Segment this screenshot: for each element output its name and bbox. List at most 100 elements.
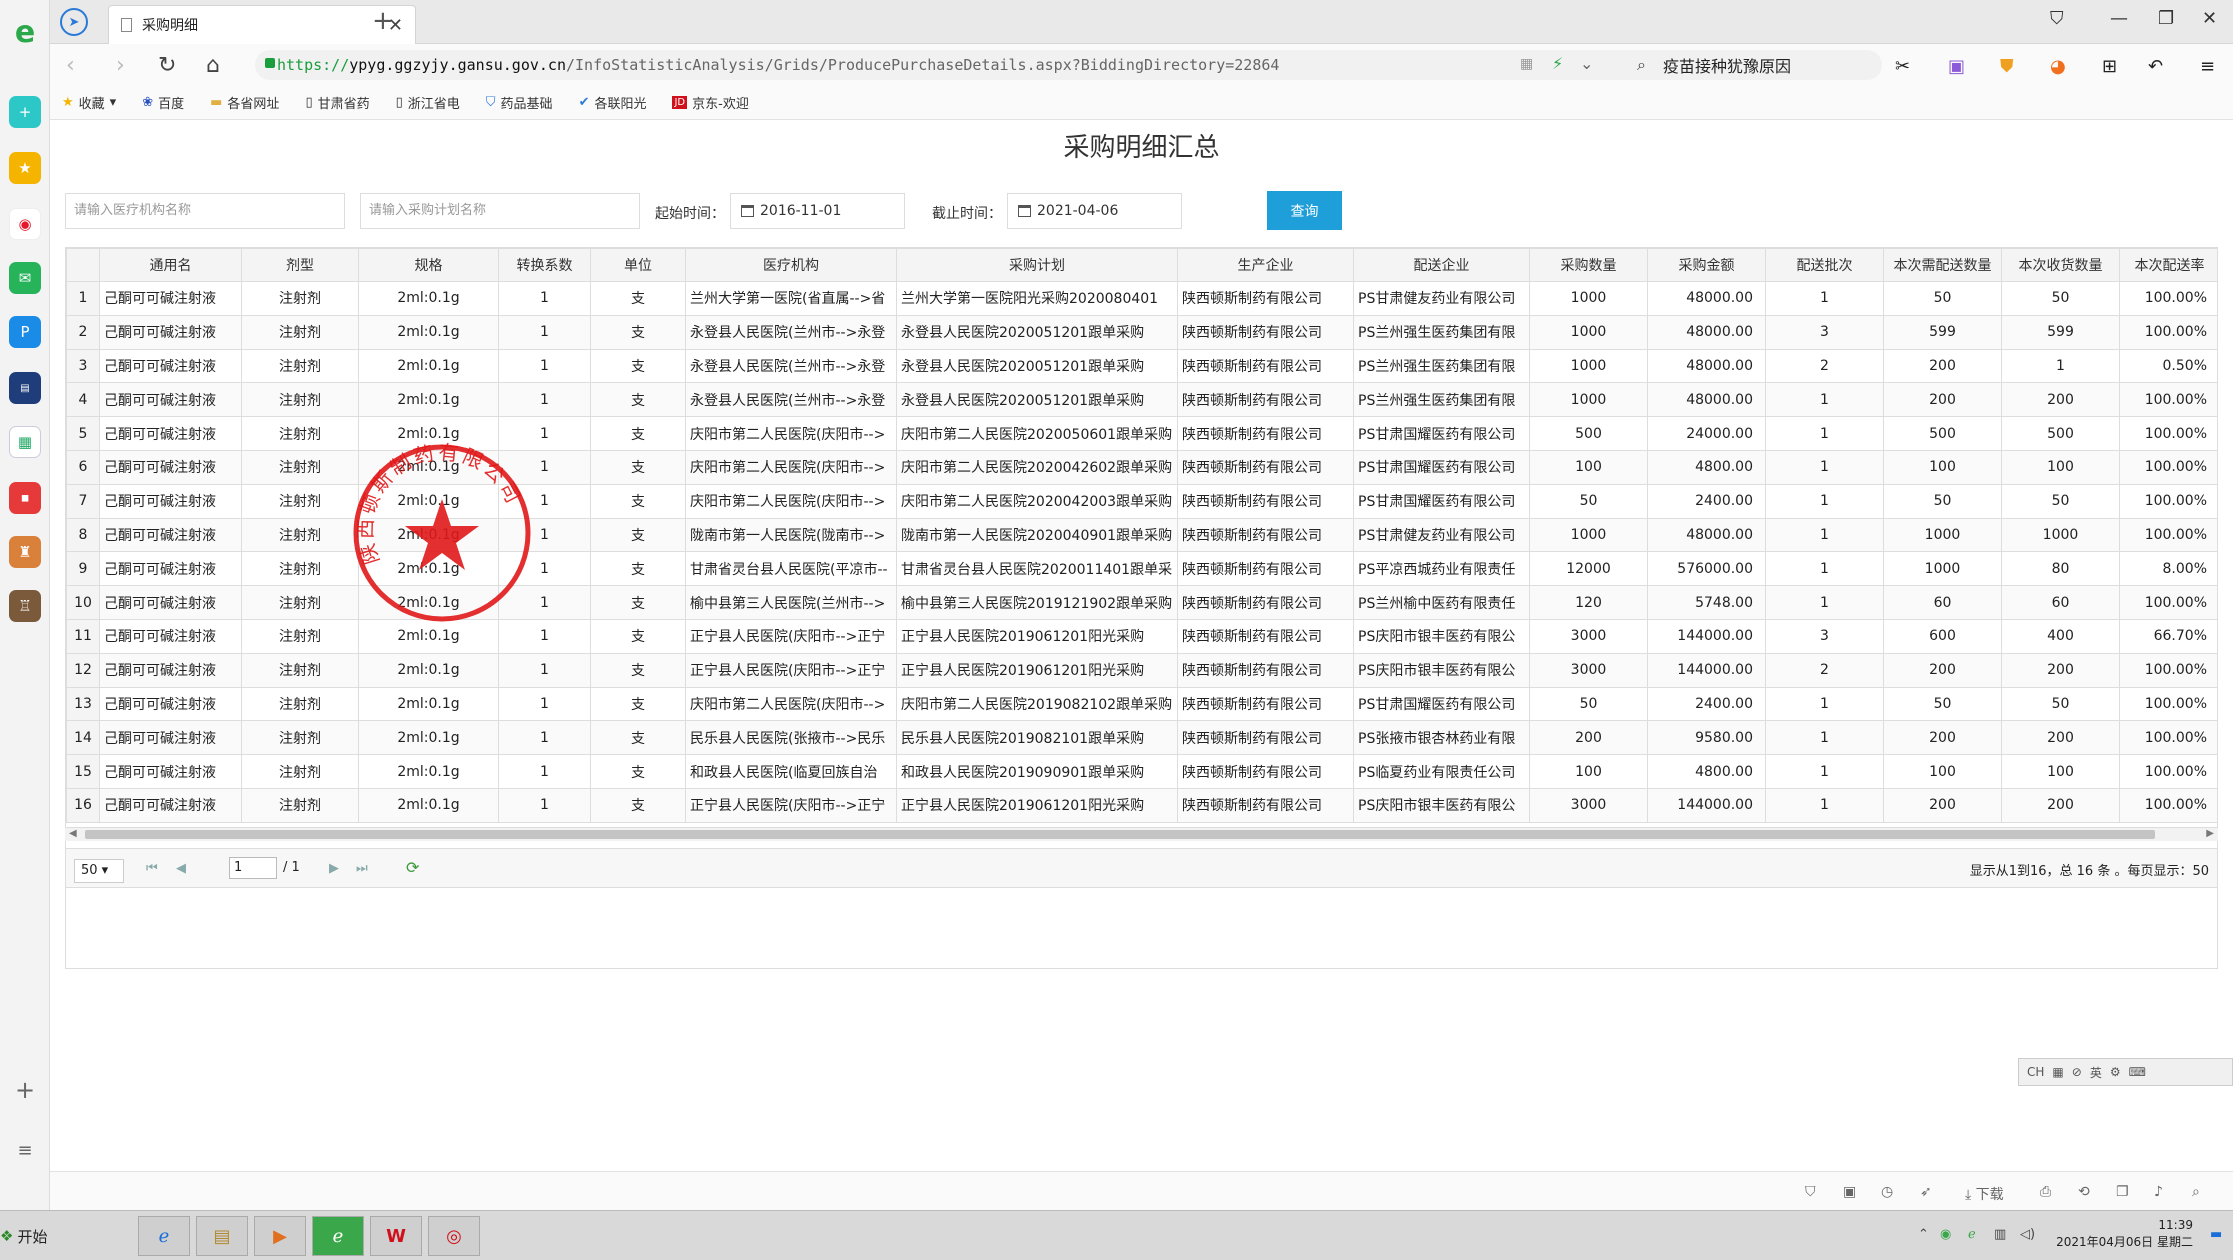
news-app-icon[interactable]: ▤ <box>9 372 41 404</box>
doc-app-icon[interactable]: ▦ <box>9 426 41 458</box>
ime-toolbar[interactable]: CH ▦ ⊘ 英 ⚙ ⌨ <box>2018 1058 2233 1086</box>
shirt-icon[interactable]: ⛉ <box>2050 8 2064 29</box>
scroll-left-icon[interactable]: ◀ <box>69 828 77 839</box>
table-row[interactable]: 16 己酮可可碱注射液 注射剂 2ml:0.1g 1 支正宁县人民医院(庆阳市-->正宁正… <box>66 787 2217 823</box>
star-app-icon[interactable]: ★ <box>9 152 41 184</box>
table-row[interactable]: 12 己酮可可碱注射液 注射剂 2ml:0.1g 1 支正宁县人民医院(庆阳市-->正宁正… <box>66 652 2217 688</box>
close-window-icon[interactable]: ✕ <box>2202 8 2217 29</box>
translate-icon[interactable]: ▣ <box>1948 56 1965 77</box>
table-row[interactable]: 4 己酮可可碱注射液 注射剂 2ml:0.1g 1 支永登县人民医院(兰州市-->永登 永登… <box>66 382 2217 418</box>
explorer-taskbar-icon[interactable]: ▤ <box>196 1216 248 1256</box>
add-sidebar-icon[interactable]: + <box>9 1074 41 1106</box>
column-header[interactable]: 采购金额 <box>1647 248 1766 282</box>
media-taskbar-icon[interactable]: ▶ <box>254 1216 306 1256</box>
sync-icon[interactable]: ⟲ <box>2078 1184 2090 1200</box>
system-clock[interactable]: 11:39 2021年04月06日 星期二 <box>2056 1217 2193 1251</box>
restore-icon[interactable]: ❐ <box>2158 8 2174 29</box>
ie-taskbar-icon[interactable]: ℯ <box>138 1216 190 1256</box>
navigate-icon[interactable]: ➤ <box>60 8 88 36</box>
ime-keyboard-icon[interactable]: ⌨ <box>2129 1065 2146 1079</box>
bookmark-sunshine[interactable]: ✔ 各联阳光 <box>579 93 647 112</box>
start-date-input[interactable]: 2016-11-01 <box>730 193 905 229</box>
column-header[interactable]: 生产企业 <box>1177 248 1354 282</box>
end-date-input[interactable]: 2021-04-06 <box>1007 193 1182 229</box>
tab-purchase-details[interactable]: 采购明细 ✕ <box>108 5 416 44</box>
scissors-icon[interactable]: ✂ <box>1895 56 1910 77</box>
column-header[interactable]: 规格 <box>358 248 499 282</box>
table-row[interactable]: 3 己酮可可碱注射液 注射剂 2ml:0.1g 1 支永登县人民医院(兰州市-->永登 永登… <box>66 348 2217 384</box>
grid-icon[interactable]: ⊞ <box>2102 56 2117 77</box>
plus-app-icon[interactable]: + <box>9 96 41 128</box>
horizontal-scrollbar[interactable]: ◀ ▶ <box>65 827 2218 841</box>
prev-page-icon[interactable]: ◀ <box>176 861 186 876</box>
game-ext-icon[interactable]: ◕ <box>2050 56 2066 77</box>
column-header[interactable]: 配送企业 <box>1353 248 1530 282</box>
speed-icon[interactable]: ◷ <box>1881 1184 1893 1200</box>
page-number-input[interactable]: 1 <box>229 857 277 879</box>
qr-icon[interactable]: ▦ <box>1520 56 1533 72</box>
show-desktop-icon[interactable]: ▬ <box>2210 1227 2222 1242</box>
bookmark-jd[interactable]: JD 京东-欢迎 <box>672 93 749 112</box>
weibo-icon[interactable]: ◉ <box>9 208 41 240</box>
column-header[interactable]: 通用名 <box>99 248 242 282</box>
volume-icon[interactable]: ♪ <box>2154 1184 2163 1200</box>
bookmark-baidu[interactable]: ❀ 百度 <box>142 93 184 112</box>
table-row[interactable]: 14 己酮可可碱注射液 注射剂 2ml:0.1g 1 支民乐县人民医院(张掖市-->民乐民… <box>66 720 2217 756</box>
ime-settings-icon[interactable]: ⚙ <box>2110 1065 2121 1079</box>
dropdown-icon[interactable]: ⌄ <box>1580 54 1593 73</box>
bookmark-provinces[interactable]: ▬ 各省网址 <box>210 93 279 112</box>
column-header[interactable]: 单位 <box>590 248 686 282</box>
table-row[interactable]: 2 己酮可可碱注射液 注射剂 2ml:0.1g 1 支永登县人民医院(兰州市-->永登 永登… <box>66 314 2217 350</box>
ime-grid-icon[interactable]: ▦ <box>2052 1065 2063 1079</box>
first-page-icon[interactable]: ⏮ <box>146 861 158 876</box>
column-header[interactable]: 转换系数 <box>498 248 591 282</box>
query-button[interactable]: 查询 <box>1267 191 1342 230</box>
tray-network-icon[interactable]: ▥ <box>1994 1227 2006 1242</box>
plan-name-input[interactable]: 请输入采购计划名称 <box>360 193 640 229</box>
bookmark-gansu[interactable]: ▯ 甘肃省药 <box>305 93 369 112</box>
minimize-icon[interactable]: — <box>2110 8 2128 29</box>
lightning-icon[interactable]: ⚡ <box>1552 54 1563 73</box>
home-icon[interactable]: ⌂ <box>206 53 220 78</box>
print-icon[interactable]: ⎙ <box>2040 1184 2051 1200</box>
tray-browser-icon[interactable]: ℯ <box>1968 1227 1976 1242</box>
mail-icon[interactable]: ✉ <box>9 262 41 294</box>
reload-icon[interactable]: ↻ <box>158 53 176 78</box>
undo-icon[interactable]: ↶ <box>2148 56 2163 77</box>
shield-ext-icon[interactable]: ⛊ <box>2000 56 2014 77</box>
wps-taskbar-icon[interactable]: W <box>370 1216 422 1256</box>
table-row[interactable]: 15 己酮可可碱注射液 注射剂 2ml:0.1g 1 支和政县人民医院(临夏回族自治 和政县… <box>66 754 2217 789</box>
column-header[interactable]: 采购计划 <box>896 248 1178 282</box>
forward-icon[interactable]: › <box>116 53 125 78</box>
p-app-icon[interactable]: P <box>9 316 41 348</box>
column-header[interactable]: 本次配送率 <box>2119 248 2217 282</box>
game-app-icon[interactable]: ♜ <box>9 536 41 568</box>
bookmark-drug-base[interactable]: ⛉ 药品基础 <box>486 93 553 112</box>
next-page-icon[interactable]: ▶ <box>329 861 339 876</box>
rocket-icon[interactable]: ➶ <box>1920 1184 1932 1200</box>
tray-expand-icon[interactable]: ⌃ <box>1918 1227 1929 1242</box>
bookmark-favorites[interactable]: ★ 收藏 ▾ <box>62 93 116 112</box>
window-icon[interactable]: ❐ <box>2116 1184 2129 1200</box>
column-header[interactable]: 本次需配送数量 <box>1883 248 2002 282</box>
sidebar-menu-icon[interactable]: ≡ <box>9 1134 41 1166</box>
column-header[interactable]: 剂型 <box>241 248 359 282</box>
app-taskbar-icon[interactable]: ◎ <box>428 1216 480 1256</box>
download-status[interactable]: ⤓ 下载 <box>1965 1184 2004 1204</box>
castle-app-icon[interactable]: ♖ <box>9 590 41 622</box>
url-input[interactable]: https://ypyg.ggzyjy.gansu.gov.cn/InfoSta… <box>255 50 1655 80</box>
shield-status-icon[interactable]: ⛉ <box>1805 1184 1816 1200</box>
new-tab-icon[interactable]: + <box>372 6 394 36</box>
refresh-icon[interactable]: ⟳ <box>406 858 419 877</box>
column-header[interactable]: 医疗机构 <box>685 248 897 282</box>
menu-icon[interactable]: ≡ <box>2200 56 2215 77</box>
shop-app-icon[interactable]: ◼ <box>9 482 41 514</box>
scroll-right-icon[interactable]: ▶ <box>2206 828 2214 839</box>
browser-taskbar-icon[interactable]: ℯ <box>312 1216 364 1256</box>
column-header[interactable]: 配送批次 <box>1765 248 1884 282</box>
column-header[interactable]: 本次收货数量 <box>2001 248 2120 282</box>
table-row[interactable]: 13 己酮可可碱注射液 注射剂 2ml:0.1g 1 支庆阳市第二人民医院(庆阳市--> 庆… <box>66 686 2217 722</box>
table-row[interactable]: 1 己酮可可碱注射液 注射剂 2ml:0.1g 1 支兰州大学第一医院(省直属-->省 兰州… <box>66 281 2217 316</box>
org-name-input[interactable]: 请输入医疗机构名称 <box>65 193 345 229</box>
ime-block-icon[interactable]: ⊘ <box>2072 1065 2082 1079</box>
